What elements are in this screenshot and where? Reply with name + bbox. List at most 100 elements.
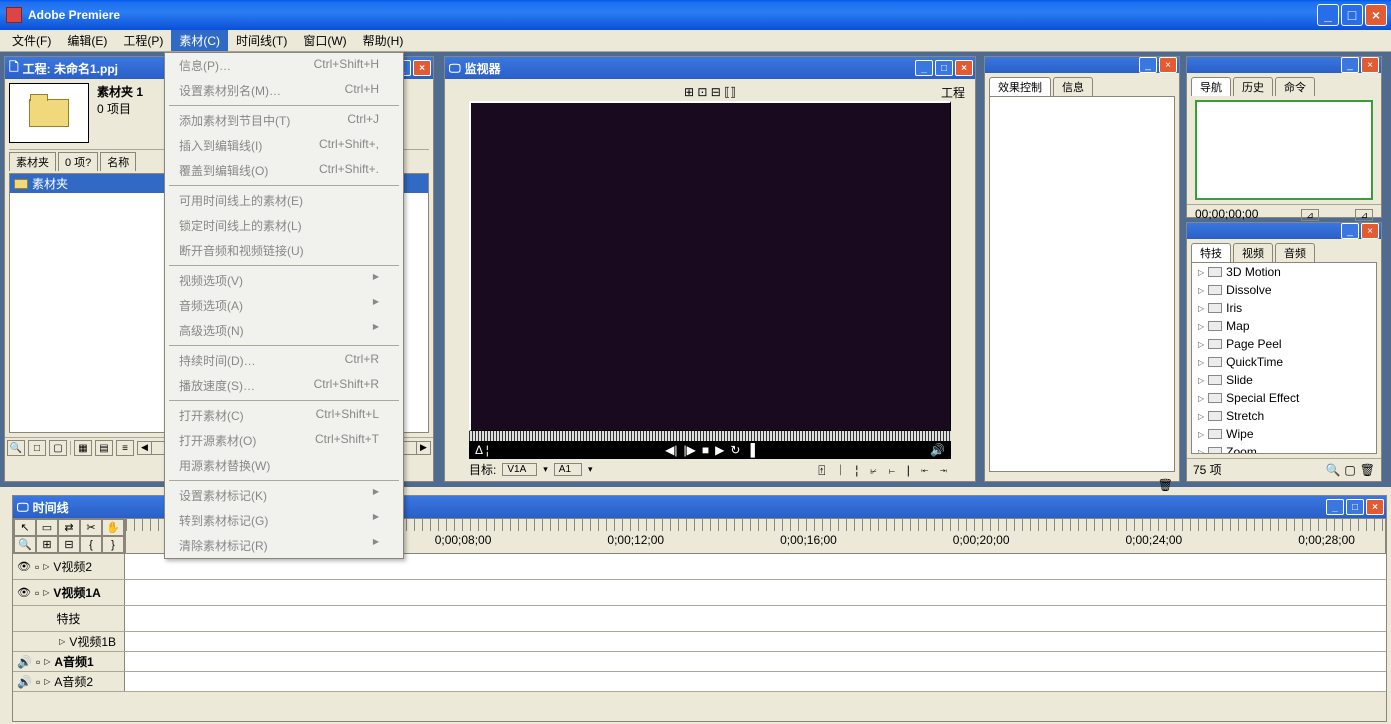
timeline-min-button[interactable]: _ <box>1326 499 1344 515</box>
list-view-button[interactable]: ≡ <box>116 440 134 456</box>
link-tool[interactable]: ⊞ <box>36 536 58 553</box>
bin-thumbnail[interactable] <box>9 83 89 143</box>
tab-video-fx[interactable]: 视频 <box>1233 243 1273 262</box>
expand-icon[interactable]: ▷ <box>59 637 65 646</box>
scroll-left-button[interactable]: ◀ <box>138 442 152 454</box>
menu-item[interactable]: 添加素材到节目中(T)Ctrl+J <box>165 108 403 133</box>
menu-item[interactable]: 打开素材(C)Ctrl+Shift+L <box>165 403 403 428</box>
menu-item[interactable]: 转到素材标记(G) <box>165 508 403 533</box>
menu-item[interactable]: 播放速度(S)…Ctrl+Shift+R <box>165 373 403 398</box>
expand-icon[interactable]: ▷ <box>43 588 49 597</box>
navigator-preview[interactable] <box>1195 100 1373 200</box>
minimize-button[interactable]: _ <box>1317 4 1339 26</box>
zoom-in-button[interactable]: ⊿ <box>1355 209 1373 221</box>
lock-icon[interactable]: ▫ <box>35 586 39 600</box>
new-folder-icon[interactable]: ▢ <box>1344 463 1355 477</box>
col-bin[interactable]: 素材夹 <box>9 152 56 171</box>
menu-item[interactable]: 信息(P)…Ctrl+Shift+H <box>165 53 403 78</box>
tab-info[interactable]: 信息 <box>1053 77 1093 96</box>
transition-folder[interactable]: ▷Zoom <box>1192 443 1376 454</box>
speaker-icon[interactable]: 🔊 <box>17 675 32 689</box>
menu-item[interactable]: 持续时间(D)…Ctrl+R <box>165 348 403 373</box>
ripple-tool[interactable]: ⇄ <box>58 519 80 536</box>
menu-item[interactable]: 视频选项(V) <box>165 268 403 293</box>
scroll-right-button[interactable]: ▶ <box>416 442 430 454</box>
selection-tool[interactable]: ↖ <box>14 519 36 536</box>
trans-min-button[interactable]: _ <box>1341 223 1359 239</box>
col-name[interactable]: 名称 <box>100 152 136 171</box>
menu-item[interactable]: 设置素材标记(K) <box>165 483 403 508</box>
expand-icon[interactable]: ▷ <box>1198 340 1204 349</box>
transition-folder[interactable]: ▷Map <box>1192 317 1376 335</box>
tab-effect-control[interactable]: 效果控制 <box>989 77 1051 96</box>
transition-folder[interactable]: ▷Iris <box>1192 299 1376 317</box>
menu-item[interactable]: 插入到编辑线(I)Ctrl+Shift+, <box>165 133 403 158</box>
monitor-close-button[interactable]: × <box>955 60 973 76</box>
nav-min-button[interactable]: _ <box>1341 57 1359 73</box>
find-button[interactable]: 🔍 <box>7 440 25 456</box>
razor-tool[interactable]: ✂ <box>80 519 102 536</box>
menu-window[interactable]: 窗口(W) <box>295 30 354 51</box>
monitor-layout-icon[interactable]: ⊞ ⊡ ⊟ ⟦⟧ <box>684 85 736 99</box>
expand-icon[interactable]: ▷ <box>44 677 50 686</box>
trash-icon[interactable]: 🗑 <box>1158 478 1173 492</box>
trans-close-button[interactable]: × <box>1361 223 1379 239</box>
menu-help[interactable]: 帮助(H) <box>355 30 412 51</box>
track-transition[interactable]: 特技 <box>13 606 1386 632</box>
eye-icon[interactable]: 👁 <box>17 560 31 573</box>
speaker-icon[interactable]: 🔊 <box>17 655 32 669</box>
menu-item[interactable]: 音频选项(A) <box>165 293 403 318</box>
target-audio-select[interactable]: A1 <box>554 463 582 476</box>
transition-folder[interactable]: ▷Dissolve <box>1192 281 1376 299</box>
project-close-button[interactable]: × <box>413 60 431 76</box>
menu-clip[interactable]: 素材(C) <box>171 30 228 51</box>
expand-icon[interactable]: ▷ <box>1198 268 1204 277</box>
zoom-tool[interactable]: 🔍 <box>14 536 36 553</box>
col-count[interactable]: 0 项? <box>58 152 98 171</box>
menu-file[interactable]: 文件(F) <box>4 30 59 51</box>
tab-history[interactable]: 历史 <box>1233 77 1273 96</box>
icon-view-button[interactable]: ▦ <box>74 440 92 456</box>
maximize-button[interactable]: □ <box>1341 4 1363 26</box>
lock-icon[interactable]: ▫ <box>36 675 40 689</box>
new-bin-button[interactable]: □ <box>28 440 46 456</box>
transition-folder[interactable]: ▷QuickTime <box>1192 353 1376 371</box>
transition-folder[interactable]: ▷3D Motion <box>1192 263 1376 281</box>
monitor-min-button[interactable]: _ <box>915 60 933 76</box>
menu-item[interactable]: 可用时间线上的素材(E) <box>165 188 403 213</box>
zoom-out-button[interactable]: ⊿ <box>1301 209 1319 221</box>
range-tool[interactable]: ▭ <box>36 519 58 536</box>
expand-icon[interactable]: ▷ <box>1198 286 1204 295</box>
expand-icon[interactable]: ▷ <box>1198 394 1204 403</box>
transition-folder[interactable]: ▷Page Peel <box>1192 335 1376 353</box>
tab-transitions[interactable]: 特技 <box>1191 243 1231 262</box>
menu-item[interactable]: 设置素材别名(M)…Ctrl+H <box>165 78 403 103</box>
expand-icon[interactable]: ▷ <box>44 657 50 666</box>
expand-icon[interactable]: ▷ <box>1198 358 1204 367</box>
menu-edit[interactable]: 编辑(E) <box>59 30 115 51</box>
monitor-edit-tools[interactable]: ⍐ ᛁ ¦ ⊬ ⊢ | ⇤ ⇥ <box>818 463 951 477</box>
timeline-close-button[interactable]: × <box>1366 499 1384 515</box>
expand-icon[interactable]: ▷ <box>1198 376 1204 385</box>
frame-fwd-button[interactable]: ▐ <box>746 443 755 457</box>
monitor-ruler[interactable] <box>469 431 951 441</box>
track-video1b[interactable]: ▷V视频1B <box>13 632 1386 652</box>
play-back-button[interactable]: |▶ <box>683 443 695 457</box>
lock-icon[interactable]: ▫ <box>35 560 39 574</box>
play-button[interactable]: ▶ <box>715 443 724 457</box>
lock-icon[interactable]: ▫ <box>36 655 40 669</box>
tab-audio-fx[interactable]: 音频 <box>1275 243 1315 262</box>
thumb-view-button[interactable]: ▤ <box>95 440 113 456</box>
menu-item[interactable]: 高级选项(N) <box>165 318 403 343</box>
find-icon[interactable]: 🔍 <box>1325 463 1340 477</box>
menu-item[interactable]: 覆盖到编辑线(O)Ctrl+Shift+. <box>165 158 403 183</box>
expand-icon[interactable]: ▷ <box>43 562 49 571</box>
tab-commands[interactable]: 命令 <box>1275 77 1315 96</box>
stop-button[interactable]: ■ <box>702 443 709 457</box>
tab-navigator[interactable]: 导航 <box>1191 77 1231 96</box>
track-audio1[interactable]: 🔊▫▷A音频1 <box>13 652 1386 672</box>
transitions-list[interactable]: ▷3D Motion▷Dissolve▷Iris▷Map▷Page Peel▷Q… <box>1191 262 1377 454</box>
rate-tool[interactable]: ⊟ <box>58 536 80 553</box>
monitor-audio-icon[interactable]: 🔊 <box>930 443 945 457</box>
track-audio2[interactable]: 🔊▫▷A音频2 <box>13 672 1386 692</box>
